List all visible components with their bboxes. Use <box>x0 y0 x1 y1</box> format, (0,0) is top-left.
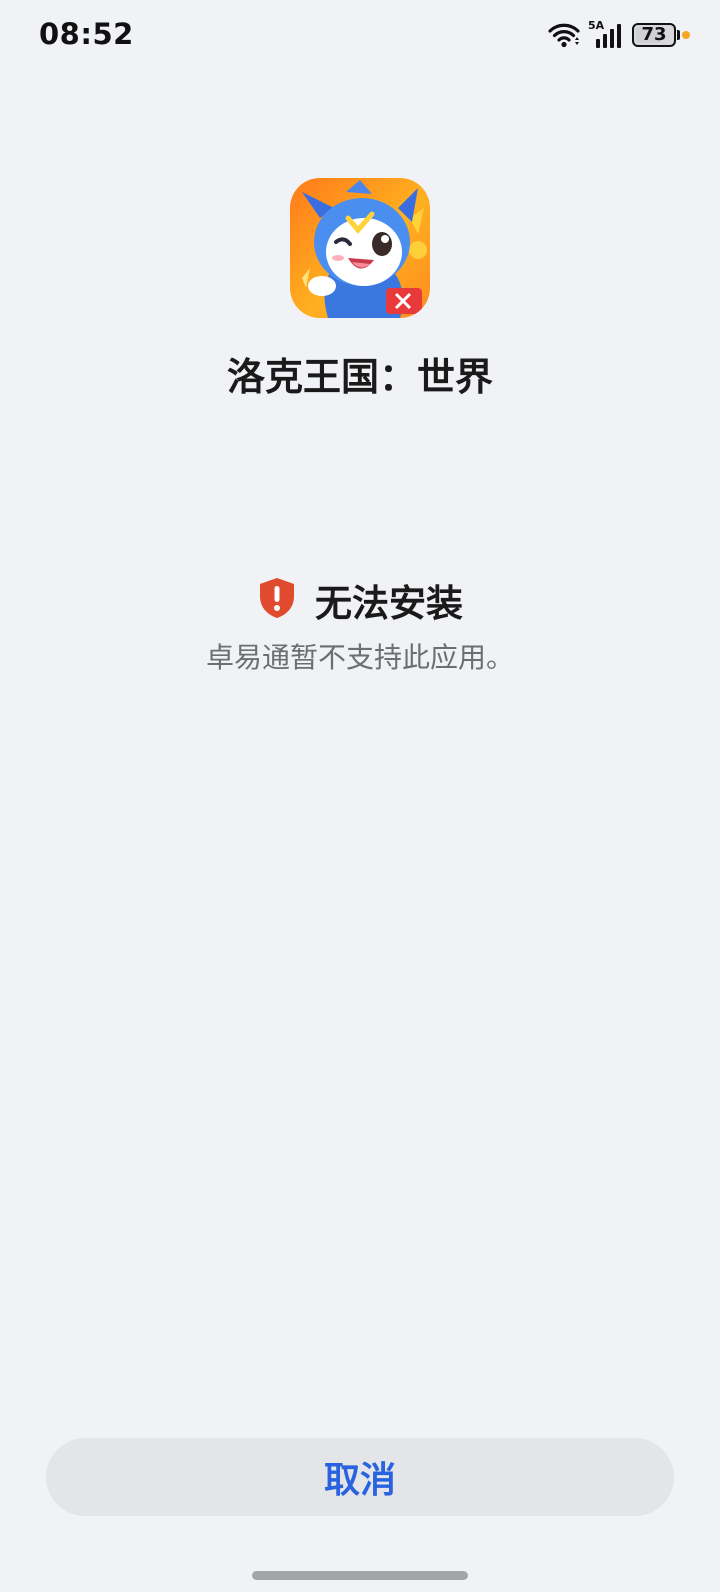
battery-level: 73 <box>641 24 667 45</box>
charging-dot-icon <box>682 31 690 39</box>
battery-cap <box>677 30 680 40</box>
status-time: 08:52 <box>39 17 134 51</box>
wifi-icon <box>548 22 580 48</box>
install-error-header: 无法安装 <box>0 572 720 628</box>
cancel-button[interactable]: 取消 <box>46 1438 674 1516</box>
status-icons: 5A 73 <box>548 19 690 50</box>
app-title: 洛克王国：世界 <box>226 355 493 399</box>
error-title: 无法安装 <box>315 582 463 625</box>
status-bar: 08:52 5A 73 <box>0 0 720 70</box>
home-indicator[interactable] <box>252 1571 468 1580</box>
error-message: 卓易通暂不支持此应用。 <box>205 641 514 674</box>
shield-alert-icon <box>257 576 297 624</box>
app-icon <box>290 178 430 318</box>
cellular-signal-icon: 5A <box>588 19 624 49</box>
battery-icon: 73 <box>632 23 676 47</box>
